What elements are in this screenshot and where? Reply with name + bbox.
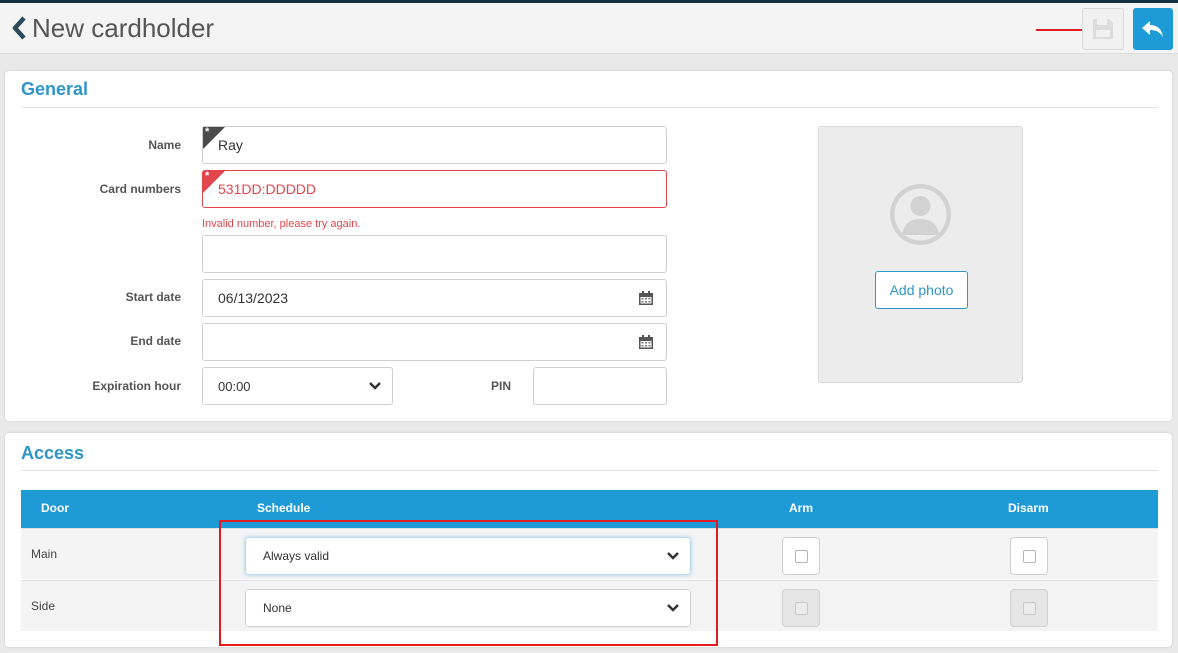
card-number-error: Invalid number, please try again. [202,218,361,230]
general-divider [21,107,1158,108]
reply-arrow-icon [1142,21,1163,37]
floppy-disk-icon [1093,19,1113,39]
annotation-highlight-box [219,520,718,646]
column-arm: Arm [789,501,814,515]
card-numbers-label: Card numbers [99,182,181,196]
column-schedule: Schedule [257,501,311,515]
pin-label: PIN [490,379,511,393]
arm-checkbox[interactable] [782,537,820,575]
required-star: * [205,170,210,182]
general-panel: General Name * Ray Card numbers * 531DD:… [5,71,1172,421]
end-date-label: End date [130,334,181,348]
name-label: Name [148,138,181,152]
required-star: * [205,126,210,138]
photo-area: Add photo [818,126,1023,383]
disarm-checkbox[interactable] [1010,589,1048,627]
expiration-hour-label: Expiration hour [92,379,181,393]
expiration-hour-value: 00:00 [218,378,251,394]
start-date-field[interactable]: 06/13/2023 [202,279,667,317]
card-number-field[interactable]: * 531DD:DDDDD [202,170,667,208]
back-link[interactable]: New cardholder [10,13,214,43]
access-section-title: Access [21,443,85,463]
start-date-label: Start date [125,290,181,304]
end-date-field[interactable] [202,323,667,361]
checkbox-box [1023,550,1036,563]
disarm-checkbox[interactable] [1010,537,1048,575]
checkbox-box [1023,602,1036,615]
pin-field[interactable] [533,367,667,405]
column-disarm: Disarm [1008,501,1049,515]
return-button[interactable] [1133,8,1173,50]
arm-checkbox[interactable] [782,589,820,627]
door-name: Side [31,599,56,613]
access-divider [21,470,1158,471]
add-photo-button[interactable]: Add photo [875,271,968,309]
start-date-value: 06/13/2023 [218,290,289,306]
chevron-left-icon [12,16,26,40]
card-number-field-2[interactable] [202,235,667,273]
card-number-value: 531DD:DDDDD [218,181,317,197]
save-button[interactable] [1082,8,1124,50]
calendar-icon[interactable] [638,334,654,350]
door-name: Main [31,547,58,561]
general-section-title: General [21,79,89,99]
checkbox-box [795,602,808,615]
page-header: New cardholder [0,3,1178,54]
name-field[interactable]: * Ray [202,126,667,164]
column-door: Door [41,501,69,515]
user-avatar-icon [890,184,951,245]
page-title: New cardholder [32,12,215,43]
calendar-icon[interactable] [638,290,654,306]
checkbox-box [795,550,808,563]
